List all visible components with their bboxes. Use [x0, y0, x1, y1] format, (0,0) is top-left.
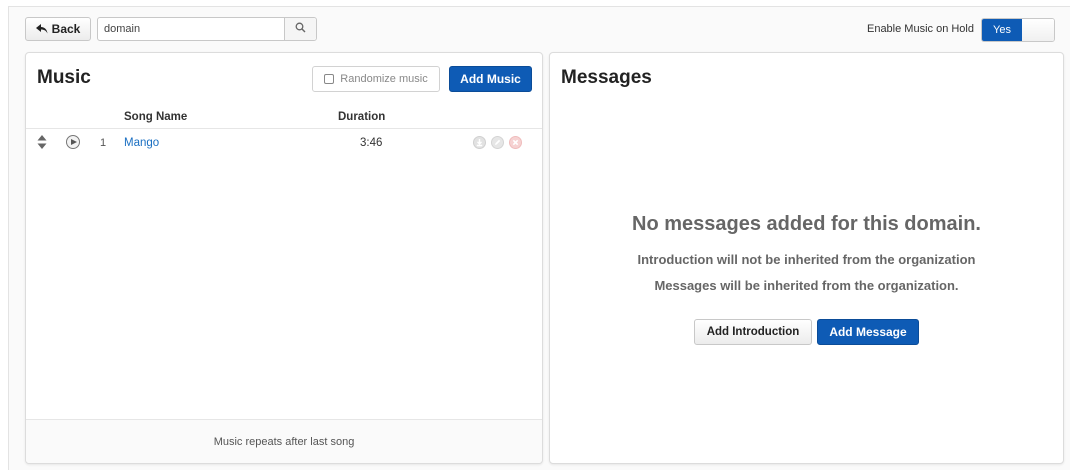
music-repeat-note: Music repeats after last song — [213, 435, 355, 448]
music-on-hold-toggle[interactable]: Yes — [981, 18, 1055, 42]
download-icon[interactable] — [473, 136, 486, 149]
delete-icon[interactable] — [509, 136, 522, 149]
music-footer: Music repeats after last song — [26, 419, 542, 463]
toggle-off-side[interactable] — [1022, 19, 1054, 41]
add-music-button[interactable]: Add Music — [449, 66, 532, 92]
column-header-duration: Duration — [338, 111, 386, 123]
song-index: 1 — [100, 137, 107, 149]
search-box — [97, 17, 317, 41]
music-panel: Music Randomize music Add Music Song Nam… — [25, 52, 543, 464]
empty-state-title: No messages added for this domain. — [632, 213, 981, 235]
play-icon[interactable] — [66, 135, 80, 149]
music-title: Music — [37, 67, 91, 88]
empty-state-line-1: Introduction will not be inherited from … — [637, 252, 976, 267]
messages-title: Messages — [561, 67, 652, 88]
search-button[interactable] — [284, 18, 316, 40]
reorder-icon[interactable] — [37, 135, 47, 149]
randomize-music-toggle[interactable]: Randomize music — [312, 66, 440, 92]
back-button[interactable]: Back — [25, 17, 91, 41]
song-row: 1 Mango 3:46 — [26, 131, 542, 155]
song-duration: 3:46 — [360, 137, 383, 149]
add-message-button[interactable]: Add Message — [817, 319, 919, 345]
back-arrow-icon — [35, 23, 48, 36]
back-label: Back — [51, 22, 81, 36]
randomize-label: Randomize music — [340, 73, 428, 85]
messages-panel: Messages No messages added for this doma… — [549, 52, 1064, 464]
empty-state-line-2: Messages will be inherited from the orga… — [654, 278, 959, 293]
header-divider — [26, 128, 542, 129]
edit-icon[interactable] — [491, 136, 504, 149]
search-icon — [295, 22, 306, 36]
search-input[interactable] — [98, 18, 284, 40]
randomize-checkbox[interactable] — [324, 74, 335, 84]
song-name-link[interactable]: Mango — [124, 137, 159, 149]
column-header-song-name: Song Name — [124, 111, 188, 123]
add-introduction-button[interactable]: Add Introduction — [694, 319, 812, 345]
music-on-hold-label: Enable Music on Hold — [866, 23, 974, 35]
toggle-yes[interactable]: Yes — [982, 19, 1022, 41]
